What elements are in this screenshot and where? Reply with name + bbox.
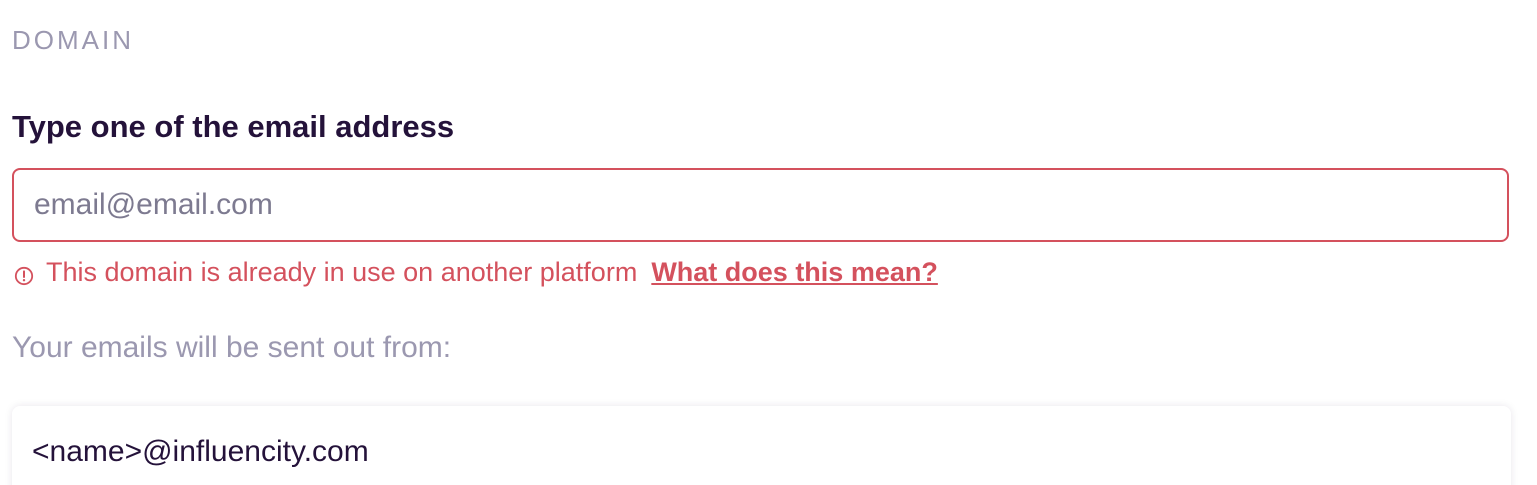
domain-section-title: DOMAIN xyxy=(12,25,134,55)
sender-address-value: <name>@influencity.com xyxy=(32,435,369,468)
email-field-wrapper xyxy=(12,168,1509,242)
email-field-label: Type one of the email address xyxy=(12,109,455,144)
sender-address-box: <name>@influencity.com xyxy=(12,406,1511,485)
what-does-this-mean-link[interactable]: What does this mean? xyxy=(651,257,938,288)
error-message-text: This domain is already in use on another… xyxy=(46,256,638,287)
alert-circle-icon xyxy=(14,262,34,286)
sent-from-label: Your emails will be sent out from: xyxy=(12,331,452,364)
email-input[interactable] xyxy=(14,170,1507,240)
error-message-row: This domain is already in use on another… xyxy=(14,255,938,289)
